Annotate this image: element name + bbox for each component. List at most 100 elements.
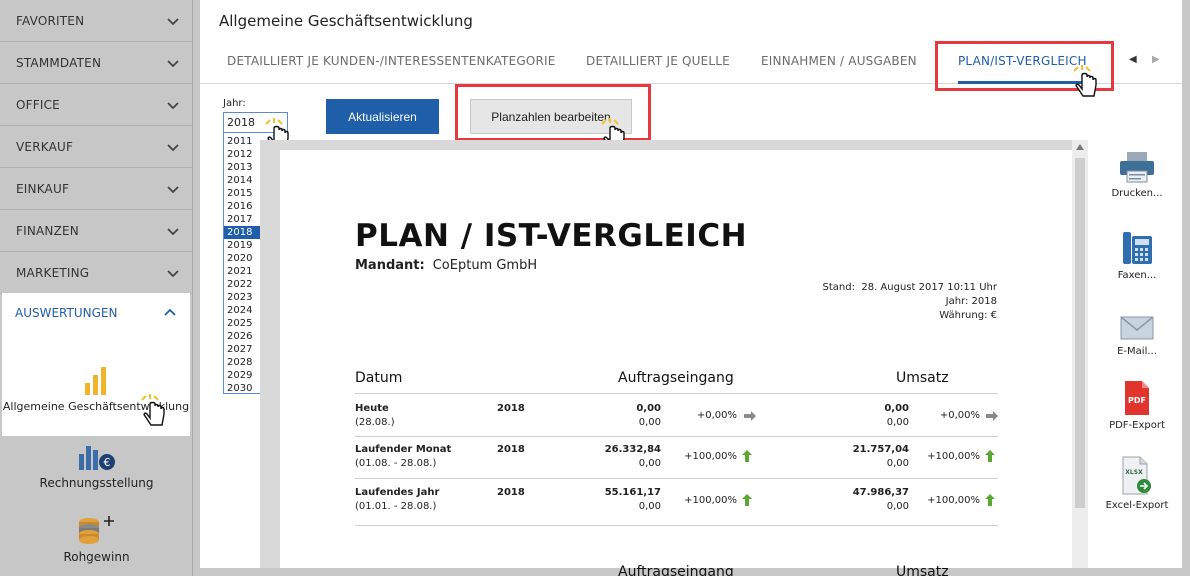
stand-label: Stand: <box>822 282 855 293</box>
report-waehrung: Währung: € <box>939 310 997 321</box>
row-year: 2018 <box>497 444 525 455</box>
fax-action[interactable]: Faxen... <box>1092 230 1182 281</box>
col-header-umsatz: Umsatz <box>896 370 949 386</box>
hand-cursor-icon <box>141 394 165 426</box>
chevron-up-icon[interactable] <box>1076 144 1084 150</box>
refresh-button[interactable]: Aktualisieren <box>326 99 439 134</box>
row-year: 2018 <box>497 403 525 414</box>
sidebar-item-label: FAVORITEN <box>16 13 85 28</box>
report-mandant: Mandant: CoEptum GmbH <box>355 258 537 273</box>
sidebar-item-label: MARKETING <box>16 265 90 280</box>
trend-up-icon <box>742 450 752 462</box>
sidebar-subitem-rohgewinn[interactable]: Rohgewinn <box>0 514 193 564</box>
umsatz-plan: 0,00 <box>886 417 909 428</box>
trend-flat-icon <box>744 411 756 421</box>
trend-up-icon <box>985 450 995 462</box>
sidebar-item-finanzen[interactable]: FINANZEN <box>0 210 193 252</box>
divider <box>355 393 998 394</box>
sidebar-item-verkauf[interactable]: VERKAUF <box>0 126 193 168</box>
tab-prev-icon[interactable]: ◀ <box>1129 54 1137 65</box>
pdf-icon: PDF <box>1125 381 1149 415</box>
umsatz-ist: 47.986,37 <box>852 487 909 498</box>
sidebar-item-office[interactable]: OFFICE <box>0 84 193 126</box>
xlsx-icon: XLSX <box>1122 456 1151 495</box>
stand-value: 28. August 2017 10:11 Uhr <box>861 282 997 293</box>
tab-label: DETAILLIERT JE KUNDEN-/INTERESSENTENKATE… <box>227 54 556 68</box>
fax-icon <box>1123 232 1152 264</box>
umsatz-plan: 0,00 <box>886 501 909 512</box>
sidebar-item-einkauf[interactable]: EINKAUF <box>0 168 193 210</box>
print-action[interactable]: Drucken... <box>1092 150 1182 199</box>
divider <box>355 436 998 437</box>
sidebar-item-label: FINANZEN <box>16 223 79 238</box>
tab-label: EINNAHMEN / AUSGABEN <box>761 54 917 68</box>
report-scrollbar-thumb[interactable] <box>1075 158 1085 508</box>
printer-icon <box>1120 152 1154 183</box>
trend-up-icon <box>742 494 752 506</box>
auftrag-pct: +100,00% <box>684 495 737 506</box>
sidebar-item-label: OFFICE <box>16 97 60 112</box>
chevron-down-icon <box>167 143 179 151</box>
xlsx-badge: XLSX <box>1125 469 1143 476</box>
trend-up-icon <box>985 494 995 506</box>
sidebar: FAVORITEN STAMMDATEN OFFICE VERKAUF EINK… <box>0 0 193 576</box>
umsatz-pct: +100,00% <box>927 451 980 462</box>
action-label: Excel-Export <box>1105 500 1169 511</box>
action-label: PDF-Export <box>1109 420 1165 431</box>
chevron-down-icon <box>167 59 179 67</box>
sidebar-item-label: EINKAUF <box>16 181 70 196</box>
sidebar-item-auswertungen[interactable]: AUSWERTUNGEN <box>2 293 190 333</box>
auftrag-pct: +0,00% <box>696 410 737 421</box>
email-action[interactable]: E-Mail... <box>1092 314 1182 357</box>
svg-text:€: € <box>103 456 110 469</box>
sidebar-item-label: VERKAUF <box>16 139 74 154</box>
pdf-export-action[interactable]: PDF PDF-Export <box>1092 380 1182 431</box>
report-stand: Stand: 28. August 2017 10:11 Uhr <box>823 282 997 293</box>
row-range: (01.01. - 28.08.) <box>355 501 437 512</box>
report-viewer: PLAN / IST-VERGLEICH Mandant: CoEptum Gmb… <box>260 140 1088 576</box>
col-header-datum: Datum <box>355 370 403 386</box>
action-label: E-Mail... <box>1117 346 1157 357</box>
pdf-badge: PDF <box>1128 396 1146 405</box>
row-range: (01.08. - 28.08.) <box>355 458 437 469</box>
year-label: Jahr: <box>223 98 246 109</box>
tab-label: DETAILLIERT JE QUELLE <box>586 54 730 68</box>
main-panel: Allgemeine Geschäftsentwicklung DETAILLI… <box>200 0 1182 576</box>
coins-plus-icon <box>78 516 114 544</box>
umsatz-pct: +0,00% <box>939 410 980 421</box>
auftrag-ist: 0,00 <box>636 403 661 414</box>
report-title: PLAN / IST-VERGLEICH <box>355 218 748 254</box>
trend-flat-icon <box>986 411 998 421</box>
chevron-down-icon <box>167 185 179 193</box>
row-year: 2018 <box>497 487 525 498</box>
sidebar-subitem-rechnungsstellung[interactable]: € Rechnungsstellung <box>0 440 193 490</box>
mandant-value: CoEptum GmbH <box>432 258 538 273</box>
sidebar-item-label: STAMMDATEN <box>16 55 102 70</box>
umsatz-pct: +100,00% <box>927 495 980 506</box>
col-header-auftragseingang: Auftragseingang <box>618 370 734 386</box>
report-scrollbar[interactable] <box>1072 140 1088 568</box>
email-icon <box>1120 316 1154 340</box>
report-jahr: Jahr: 2018 <box>945 296 997 307</box>
chevron-down-icon <box>167 17 179 25</box>
report-page: PLAN / IST-VERGLEICH Mandant: CoEptum Gmb… <box>280 150 1072 576</box>
sidebar-item-favoriten[interactable]: FAVORITEN <box>0 0 193 42</box>
col-header-umsatz-2: Umsatz <box>896 564 949 576</box>
chevron-up-icon <box>164 308 176 316</box>
row-name: Heute <box>355 403 389 414</box>
tab-kunden-interessentenkategorie[interactable]: DETAILLIERT JE KUNDEN-/INTERESSENTENKATE… <box>227 38 556 84</box>
chevron-down-icon <box>167 269 179 277</box>
tab-next-icon[interactable]: ▶ <box>1152 54 1160 65</box>
sidebar-item-marketing[interactable]: MARKETING <box>0 252 193 294</box>
tab-einnahmen-ausgaben[interactable]: EINNAHMEN / AUSGABEN <box>761 38 917 84</box>
divider <box>355 478 998 479</box>
sidebar-section-label: AUSWERTUNGEN <box>15 306 118 320</box>
umsatz-ist: 0,00 <box>884 403 909 414</box>
row-name: Laufendes Jahr <box>355 487 440 498</box>
excel-export-action[interactable]: XLSX Excel-Export <box>1092 456 1182 511</box>
sidebar-item-stammdaten[interactable]: STAMMDATEN <box>0 42 193 84</box>
auftrag-plan: 0,00 <box>638 417 661 428</box>
mandant-label: Mandant: <box>355 258 425 273</box>
tab-quelle[interactable]: DETAILLIERT JE QUELLE <box>586 38 730 84</box>
action-label: Faxen... <box>1117 270 1157 281</box>
